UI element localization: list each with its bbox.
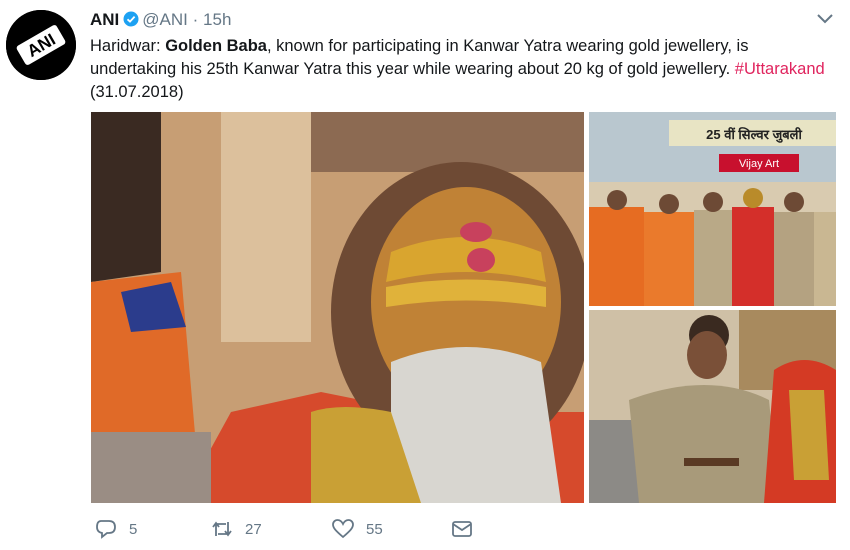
photo-group-with-police[interactable]: 25 वीं सिल्वर जुबली Vijay Art	[589, 112, 836, 306]
tweet-text-prefix: Haridwar:	[90, 37, 166, 55]
message-icon	[452, 521, 472, 537]
photo-1-illustration	[91, 112, 584, 503]
tweet-text-bold: Golden Baba	[165, 37, 267, 55]
tweet-text-suffix: (31.07.2018)	[90, 83, 184, 101]
photo-3-illustration	[589, 310, 836, 503]
direct-message-button[interactable]	[451, 516, 485, 542]
reply-button[interactable]: 5	[95, 516, 137, 542]
photo-golden-baba-closeup[interactable]	[91, 112, 584, 503]
vijay-art-sign-text: Vijay Art	[739, 158, 779, 170]
like-button[interactable]: 55	[332, 516, 383, 542]
verified-icon	[123, 11, 139, 27]
photo-2-illustration: 25 वीं सिल्वर जुबली Vijay Art	[589, 112, 836, 306]
hashtag-link[interactable]: #Uttarakand	[735, 60, 825, 78]
reply-icon	[96, 520, 116, 539]
tweet-header: ANI @ANI · 15h	[90, 10, 231, 30]
like-icon	[332, 519, 354, 539]
account-handle[interactable]: @ANI	[142, 10, 188, 29]
timestamp[interactable]: 15h	[203, 10, 231, 29]
chevron-down-icon[interactable]	[815, 12, 835, 26]
account-name[interactable]: ANI	[90, 10, 119, 29]
jubilee-sign-text: 25 वीं सिल्वर जुबली	[706, 126, 802, 143]
media-grid: 25 वीं सिल्वर जुबली Vijay Art	[91, 112, 836, 503]
photo-policeman-escort[interactable]	[589, 310, 836, 503]
retweet-count: 27	[245, 520, 262, 538]
ani-logo: ANI	[6, 10, 76, 80]
tweet-text: Haridwar: Golden Baba, known for partici…	[90, 35, 830, 104]
retweet-icon	[212, 521, 232, 537]
separator-dot: ·	[192, 10, 199, 29]
retweet-button[interactable]: 27	[211, 516, 262, 542]
reply-count: 5	[129, 520, 138, 538]
like-count: 55	[366, 520, 383, 538]
avatar[interactable]: ANI	[6, 10, 76, 80]
